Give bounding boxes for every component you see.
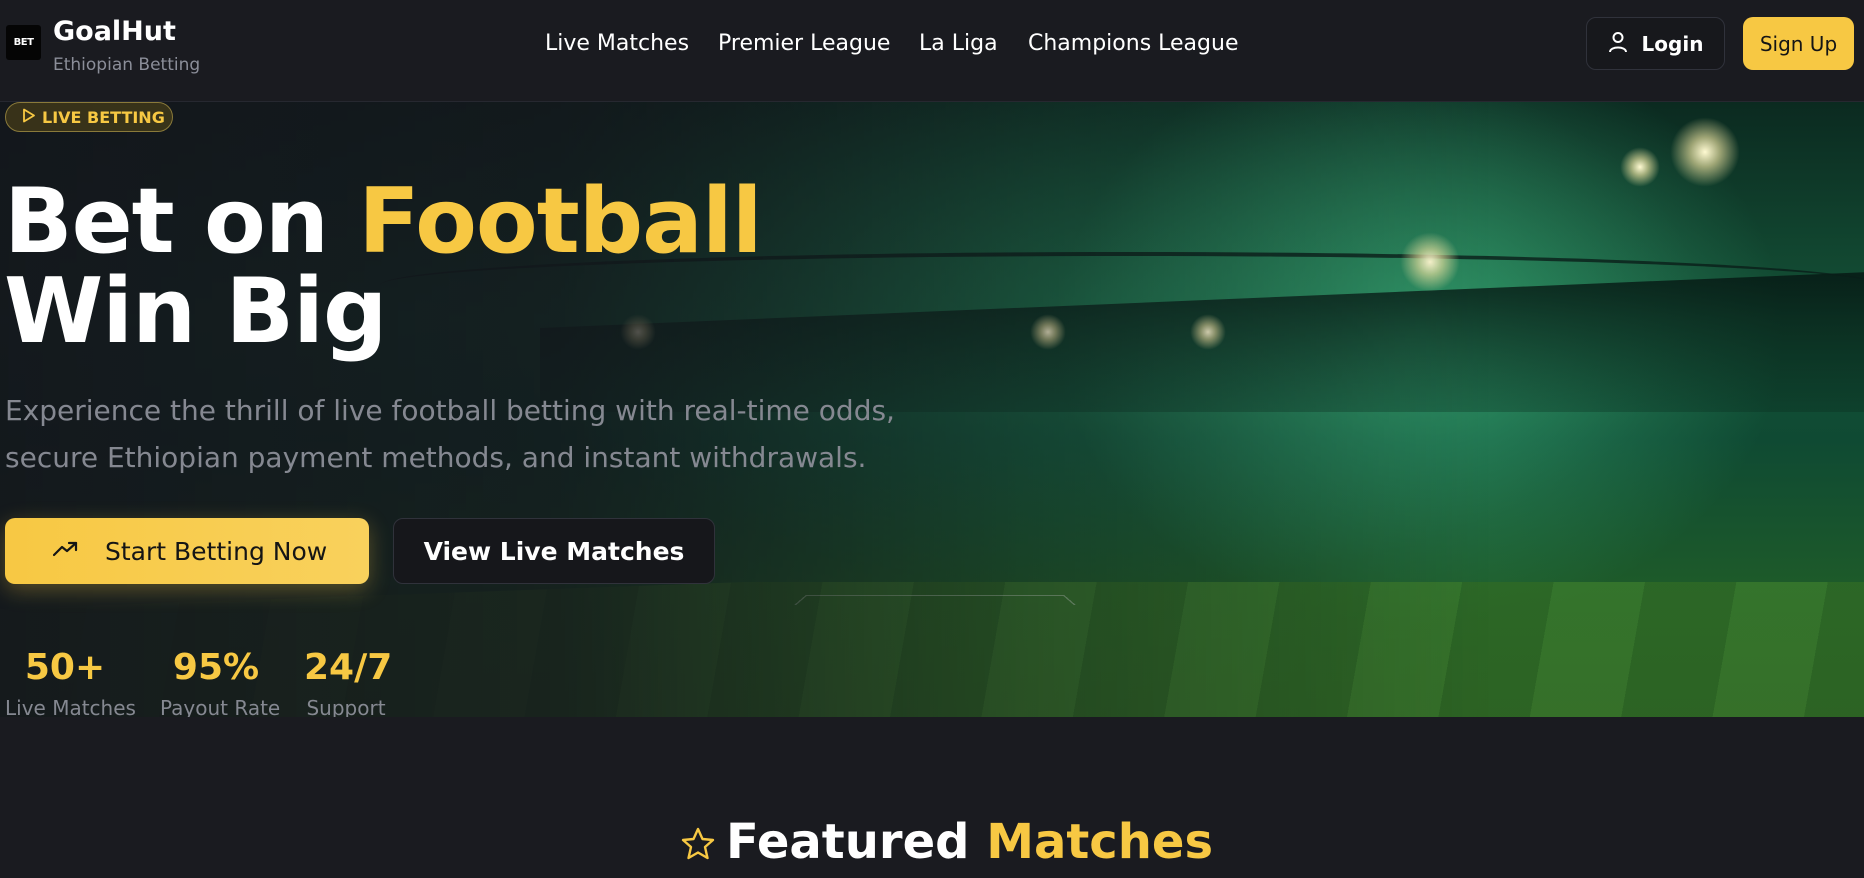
- live-betting-badge: LIVE BETTING: [5, 102, 173, 132]
- signup-label: Sign Up: [1759, 31, 1838, 56]
- hero-description: Experience the thrill of live football b…: [5, 394, 895, 474]
- stat-caption: Support: [306, 696, 386, 717]
- headline-line-2: Win Big: [4, 259, 387, 364]
- signup-button[interactable]: Sign Up: [1743, 17, 1854, 70]
- star-icon: [680, 826, 716, 866]
- start-betting-button[interactable]: Start Betting Now: [5, 518, 369, 584]
- stat-value: 24/7: [304, 647, 393, 688]
- stat-value: 95%: [172, 647, 260, 688]
- user-icon: [1608, 31, 1628, 57]
- play-icon: [22, 108, 36, 127]
- brand-logo[interactable]: BET: [6, 25, 41, 60]
- stat-value: 50+: [24, 647, 106, 688]
- nav-premier-league[interactable]: Premier League: [718, 31, 890, 56]
- hero-section: LIVE BETTING Bet on Football Win Big Exp…: [0, 102, 1864, 717]
- featured-matches-heading: Featured Matches: [680, 818, 1213, 878]
- stat-live-matches: 50+ Live Matches: [5, 647, 136, 718]
- trending-up-icon: [52, 540, 79, 562]
- featured-title: Featured Matches: [726, 818, 1213, 866]
- headline-line-1: Bet on Football: [4, 177, 763, 267]
- brand-name[interactable]: GoalHut: [53, 16, 176, 47]
- start-betting-label: Start Betting Now: [105, 536, 328, 566]
- stat-support: 24/7 Support: [304, 647, 393, 718]
- view-live-matches-button[interactable]: View Live Matches: [393, 518, 715, 584]
- badge-label: LIVE BETTING: [42, 107, 165, 127]
- logo-text: BET: [13, 37, 34, 48]
- stat-payout-rate: 95% Payout Rate: [160, 647, 281, 718]
- login-label: Login: [1641, 31, 1704, 56]
- brand-tagline: Ethiopian Betting: [53, 55, 201, 75]
- featured-title-part1: Featured: [726, 814, 987, 870]
- top-navbar: BET GoalHut Ethiopian Betting Live Match…: [0, 0, 1864, 102]
- stat-caption: Live Matches: [5, 696, 136, 717]
- featured-title-accent: Matches: [986, 814, 1214, 870]
- nav-live-matches[interactable]: Live Matches: [545, 31, 689, 56]
- stat-caption: Payout Rate: [160, 696, 281, 717]
- nav-champions-league[interactable]: Champions League: [1028, 31, 1238, 56]
- nav-la-liga[interactable]: La Liga: [919, 31, 998, 56]
- view-live-matches-label: View Live Matches: [423, 536, 685, 566]
- headline-accent: Football: [358, 169, 762, 274]
- login-button[interactable]: Login: [1586, 17, 1725, 70]
